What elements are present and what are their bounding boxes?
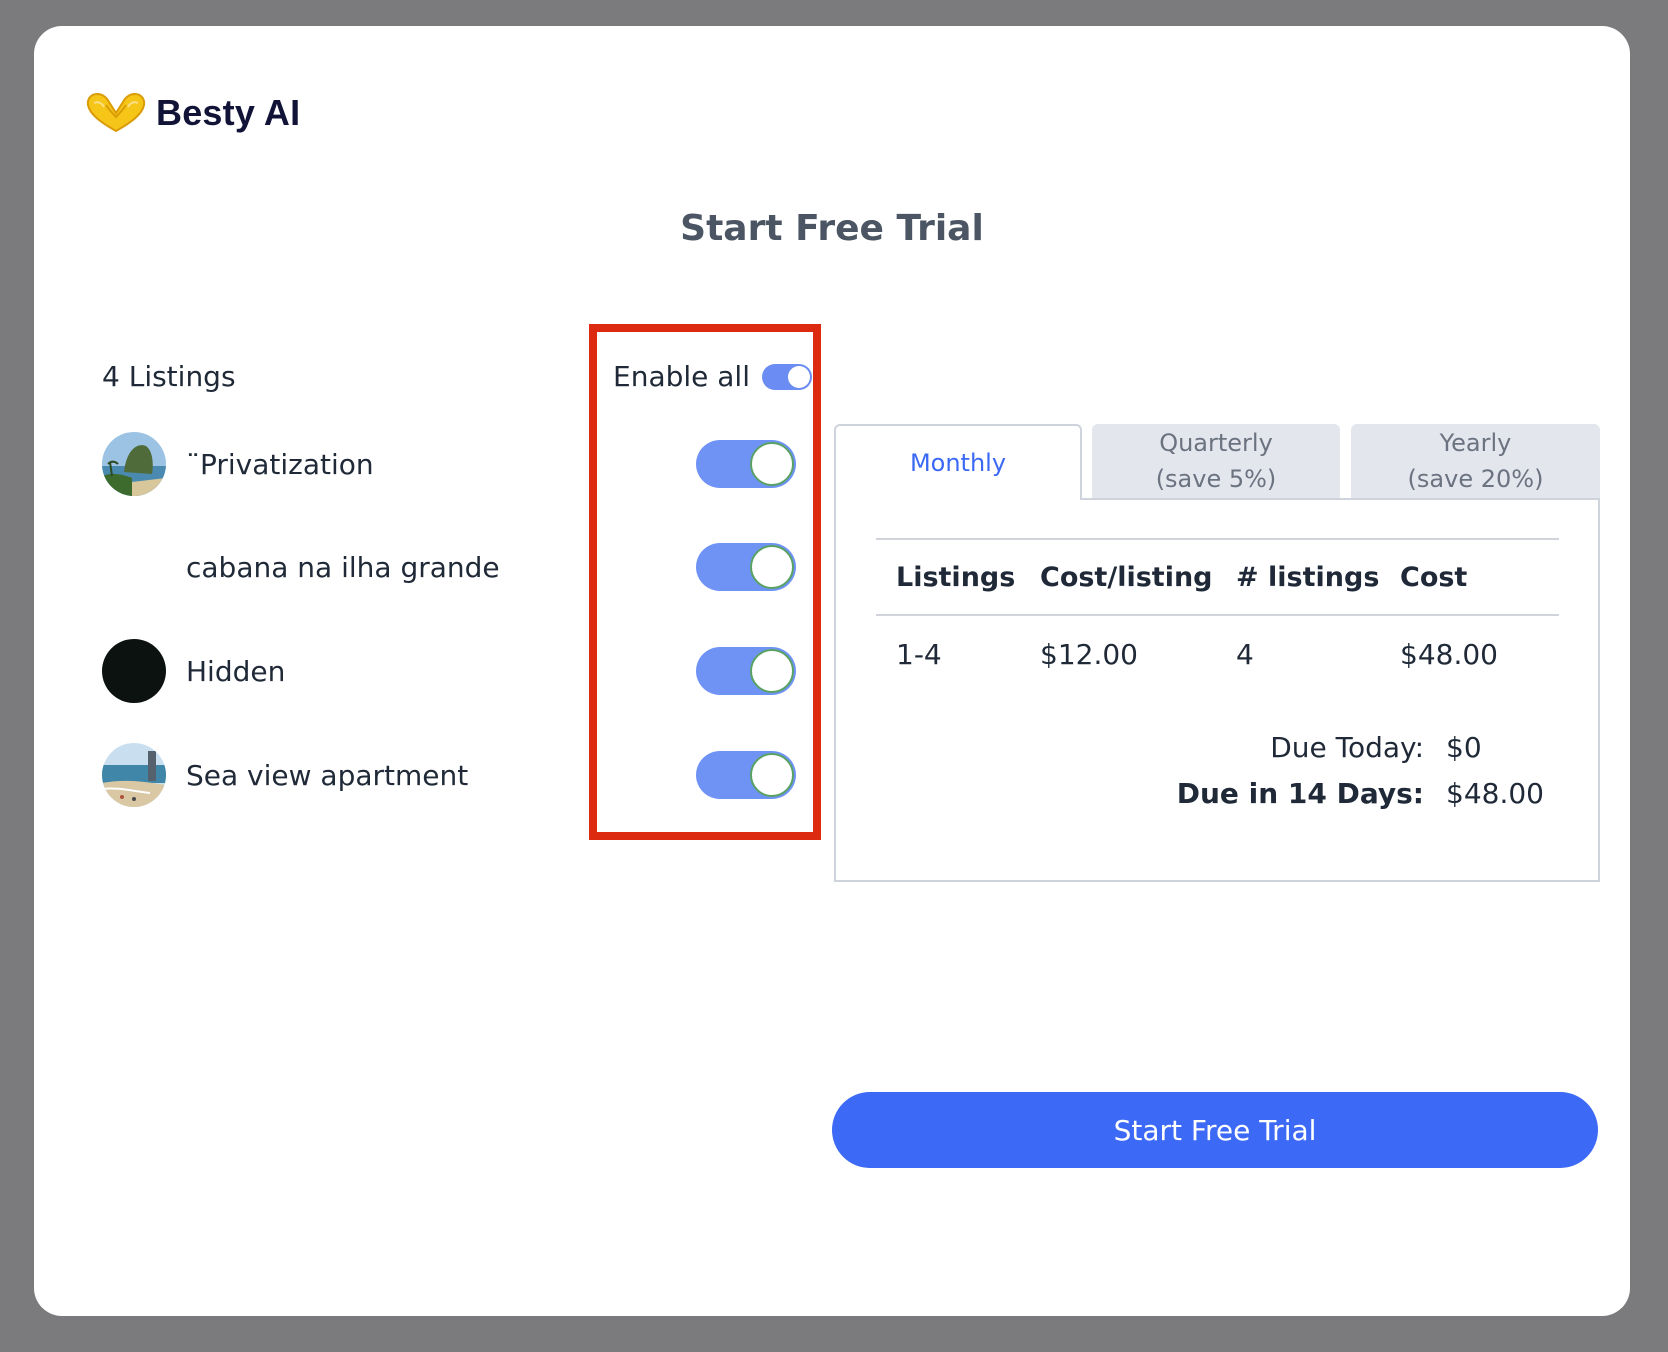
brand-logo: Besty AI <box>84 88 300 138</box>
listing-toggle[interactable] <box>696 647 796 695</box>
listing-name: Sea view apartment <box>186 758 469 792</box>
table-row: 1-4 $12.00 4 $48.00 <box>876 615 1559 692</box>
listing-avatar <box>102 432 166 496</box>
tab-label: Quarterly <box>1159 429 1273 457</box>
listing-toggle[interactable] <box>696 440 796 488</box>
listing-name: cabana na ilha grande <box>186 550 500 584</box>
toggle-knob <box>788 365 810 388</box>
enable-all-label: Enable all <box>613 360 750 393</box>
table-header-row: Listings Cost/listing # listings Cost <box>876 538 1559 616</box>
listing-name: ¨Privatization <box>186 447 374 481</box>
listing-toggle[interactable] <box>696 543 796 591</box>
due-today-row: Due Today: $0 <box>1177 724 1536 770</box>
listing-avatar-empty <box>102 535 166 599</box>
start-free-trial-button[interactable]: Start Free Trial <box>832 1092 1598 1168</box>
tab-label: Monthly <box>909 449 1007 477</box>
brand-name: Besty AI <box>156 92 301 133</box>
due-later-row: Due in 14 Days: $48.00 <box>1176 770 1544 816</box>
listings-count: 4 Listings <box>102 360 236 393</box>
column-header: # listings <box>1216 538 1380 616</box>
listing-item: Sea view apartment <box>102 742 468 808</box>
listing-item: Hidden <box>102 638 285 704</box>
listing-avatar <box>102 639 166 703</box>
listing-item: ¨Privatization <box>102 431 374 497</box>
billing-period-tabs: Monthly Quarterly (save 5%) Yearly (save… <box>834 424 1600 500</box>
due-later-value: $48.00 <box>1446 776 1544 810</box>
listing-avatar <box>102 743 166 807</box>
tab-monthly[interactable]: Monthly <box>834 424 1082 500</box>
tab-savings: (save 20%) <box>1407 465 1544 493</box>
tab-savings: (save 5%) <box>1155 465 1277 493</box>
column-header: Cost/listing <box>1020 538 1216 616</box>
due-today-value: $0 <box>1446 730 1482 764</box>
tab-quarterly[interactable]: Quarterly (save 5%) <box>1092 424 1340 498</box>
column-header: Listings <box>876 538 1020 616</box>
tab-yearly[interactable]: Yearly (save 20%) <box>1351 424 1600 498</box>
due-summary: Due Today: $0 Due in 14 Days: $48.00 <box>1176 724 1544 816</box>
toggle-knob <box>750 442 794 486</box>
table-cell: 4 <box>1236 637 1254 671</box>
listing-item: cabana na ilha grande <box>102 534 500 600</box>
toggle-knob <box>750 545 794 589</box>
column-header: Cost <box>1380 538 1559 616</box>
due-later-label: Due in 14 Days: <box>1176 776 1424 810</box>
listing-name: Hidden <box>186 654 286 688</box>
due-today-label: Due Today: <box>1270 730 1424 764</box>
pricing-panel: Listings Cost/listing # listings Cost 1-… <box>834 498 1600 882</box>
toggle-knob <box>750 649 794 693</box>
listing-toggle[interactable] <box>696 751 796 799</box>
table-cell: $48.00 <box>1400 637 1498 671</box>
heart-hands-icon <box>86 92 146 133</box>
table-cell: $12.00 <box>1040 637 1138 671</box>
pricing-table: Listings Cost/listing # listings Cost 1-… <box>876 538 1559 692</box>
table-cell: 1-4 <box>896 637 942 671</box>
toggle-knob <box>750 753 794 797</box>
enable-all: Enable all <box>613 360 812 393</box>
tab-label: Yearly <box>1439 429 1512 457</box>
page-title: Start Free Trial <box>680 208 984 249</box>
enable-all-toggle[interactable] <box>762 363 812 390</box>
